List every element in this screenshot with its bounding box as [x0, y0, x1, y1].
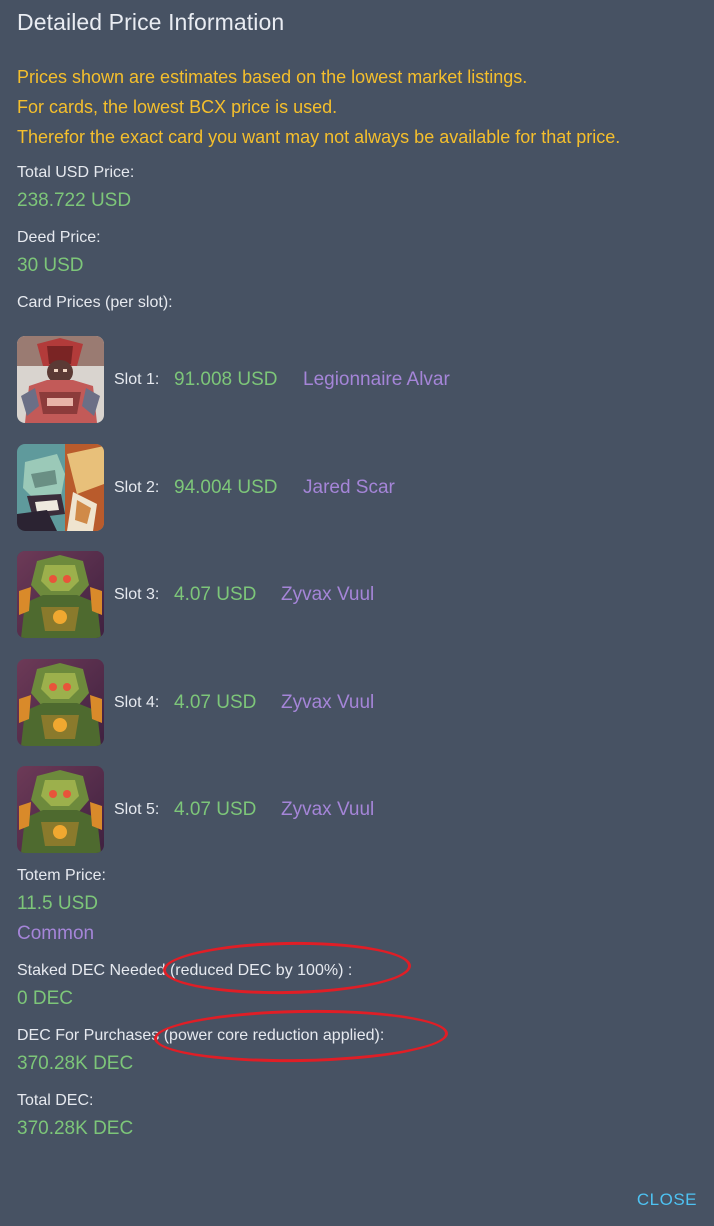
card-name-link[interactable]: Legionnaire Alvar	[303, 368, 450, 392]
annotation-ellipse	[153, 1007, 449, 1065]
card-slot-row: Slot 3: 4.07 USD Zyvax Vuul	[17, 551, 697, 639]
total-usd-label: Total USD Price:	[17, 164, 135, 181]
totem-price-label: Totem Price:	[17, 867, 106, 884]
slot-price: 4.07 USD	[174, 584, 257, 605]
zyvax-vuul-card-art	[17, 659, 104, 746]
card-slot-row: Slot 5: 4.07 USD Zyvax Vuul	[17, 766, 697, 854]
card-name-link[interactable]: Zyvax Vuul	[281, 583, 374, 607]
close-button[interactable]: CLOSE	[637, 1188, 697, 1212]
slot-label: Slot 5:	[114, 801, 160, 818]
total-dec-label: Total DEC:	[17, 1092, 94, 1109]
total-usd-value: 238.722 USD	[17, 190, 132, 211]
annotation-ellipse	[162, 939, 412, 997]
total-dec-value: 370.28K DEC	[17, 1118, 134, 1139]
dec-purchases-value: 370.28K DEC	[17, 1053, 134, 1074]
card-slot-row: Slot 4: 4.07 USD Zyvax Vuul	[17, 659, 697, 747]
zyvax-vuul-card-art	[17, 766, 104, 853]
totem-rarity: Common	[17, 923, 95, 944]
card-slot-row: Slot 2: 94.004 USD Jared Scar	[17, 444, 697, 532]
slot-label: Slot 4:	[114, 694, 160, 711]
card-name-link[interactable]: Zyvax Vuul	[281, 798, 374, 822]
notice-line: Therefor the exact card you want may not…	[17, 127, 621, 147]
price-notice: Prices shown are estimates based on the …	[17, 62, 620, 152]
legionnaire-alvar-card-art	[17, 336, 104, 423]
jared-scar-card-art	[17, 444, 104, 531]
card-prices-label: Card Prices (per slot):	[17, 294, 173, 311]
staked-dec-value: 0 DEC	[17, 988, 73, 1009]
slot-price: 4.07 USD	[174, 799, 257, 820]
totem-price-value: 11.5 USD	[17, 893, 98, 914]
slot-label: Slot 3:	[114, 586, 160, 603]
card-slot-row: Slot 1: 91.008 USD Legionnaire Alvar	[17, 336, 697, 424]
slot-price: 4.07 USD	[174, 692, 257, 713]
dialog-title: Detailed Price Information	[17, 9, 285, 35]
deed-price-label: Deed Price:	[17, 229, 101, 246]
notice-line: For cards, the lowest BCX price is used.	[17, 97, 338, 117]
zyvax-vuul-card-art	[17, 551, 104, 638]
price-info-dialog: Detailed Price Information Prices shown …	[0, 0, 714, 1226]
card-name-link[interactable]: Jared Scar	[303, 476, 395, 500]
slot-price: 94.004 USD	[174, 477, 278, 498]
deed-price-value: 30 USD	[17, 255, 84, 276]
slot-label: Slot 1:	[114, 371, 160, 388]
notice-line: Prices shown are estimates based on the …	[17, 67, 528, 87]
slot-price: 91.008 USD	[174, 369, 278, 390]
slot-label: Slot 2:	[114, 479, 160, 496]
card-name-link[interactable]: Zyvax Vuul	[281, 691, 374, 715]
